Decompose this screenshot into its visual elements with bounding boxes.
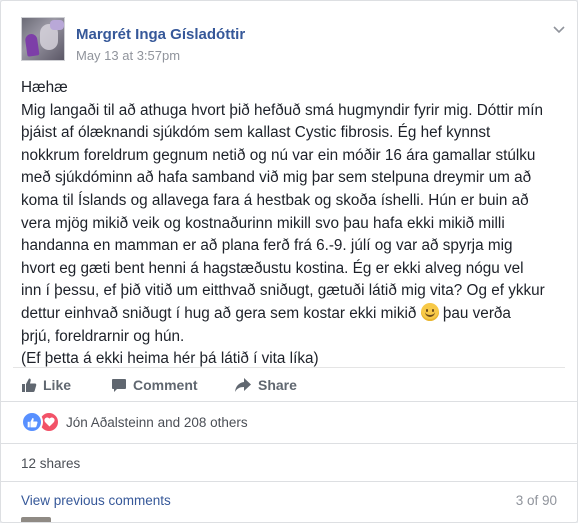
chevron-down-icon[interactable] [552,23,566,37]
comments-count: 3 of 90 [515,493,557,508]
reactions-summary: Jón Aðalsteinn and 208 others [21,411,248,433]
post-line-part: dettur einhvað sniðugt í hug að gera sem… [21,304,417,322]
slightly-smiling-face-icon [420,302,439,321]
post-line: Hæhæ [21,79,68,96]
thumbs-up-icon [22,378,37,392]
comment-icon [112,379,126,392]
post-line: inn í þessu, ef þið vitið um eitthvað sn… [21,282,545,300]
post-line: dettur einhvað sniðugt í hug að gera sem… [21,302,567,326]
post-header: Margrét Inga Gísladóttir May 13 at 3:57p… [21,17,565,67]
shares-count[interactable]: 12 shares [21,456,80,471]
like-button[interactable]: Like [21,374,71,396]
post-line: Mig langaði til að athuga hvort þið hefð… [21,101,544,119]
comment-button[interactable]: Comment [111,374,198,396]
divider [1,481,577,482]
comment-label: Comment [133,377,198,393]
divider [1,443,577,444]
post-line: koma til Íslands og allavega fara á hest… [21,191,529,209]
post-line: hvort eg gæti bent henni á hagstæðustu k… [21,259,524,277]
post-card: Margrét Inga Gísladóttir May 13 at 3:57p… [0,0,578,523]
post-line: þrjú, foreldrarnir og hún. [21,327,185,345]
post-line: nokkrum foreldrum gegnum netið og nú var… [21,146,536,164]
post-body: Hæhæ Mig langaði til að athuga hvort þið… [21,77,567,371]
view-previous-comments-link[interactable]: View previous comments [21,493,171,508]
divider [1,401,577,402]
post-line: með sjúkdóminn að hafa samband við mig þ… [21,169,532,187]
commenter-avatar[interactable] [21,517,51,522]
avatar[interactable] [21,17,65,61]
author-name[interactable]: Margrét Inga Gísladóttir [76,26,245,43]
share-arrow-icon [235,378,251,392]
post-timestamp[interactable]: May 13 at 3:57pm [76,48,180,63]
post-line: vera mjög mikið veik og kostnaðurinn mik… [21,214,505,232]
awareness-ribbon-icon [24,33,40,57]
like-label: Like [43,377,72,393]
post-line: þjáist af ólæknandi sjúkdóm sem kallast … [21,124,491,142]
action-bar: Like Comment Share [13,367,565,402]
reactions-text[interactable]: Jón Aðalsteinn and 208 others [66,415,248,430]
post-line-part: þau verða [442,304,511,322]
like-reaction-icon[interactable] [21,411,43,433]
share-label: Share [258,377,297,393]
post-line: handanna en mamman er að plana ferð frá … [21,237,513,255]
share-button[interactable]: Share [234,374,297,396]
